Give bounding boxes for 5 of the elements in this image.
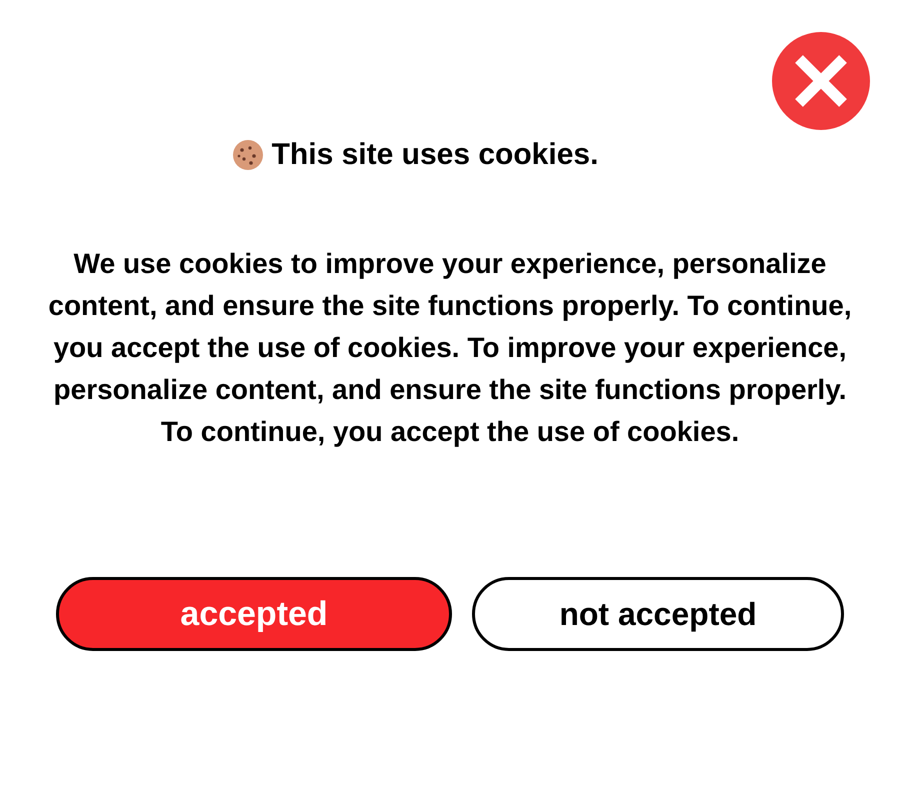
cookie-message: We use cookies to improve your experience, personalize content, and ensure the site functions properly. To continue, you accept the use of cookies. To improve your experience, personalize content, and ensure the site functions properly. To continue, you accept the use of cookies.	[47, 247, 853, 449]
dialog-title: This site uses cookies.	[272, 137, 598, 173]
cookie-icon	[232, 138, 264, 170]
accept-button[interactable]: accepted	[56, 577, 452, 651]
decline-button[interactable]: not accepted	[472, 577, 844, 651]
